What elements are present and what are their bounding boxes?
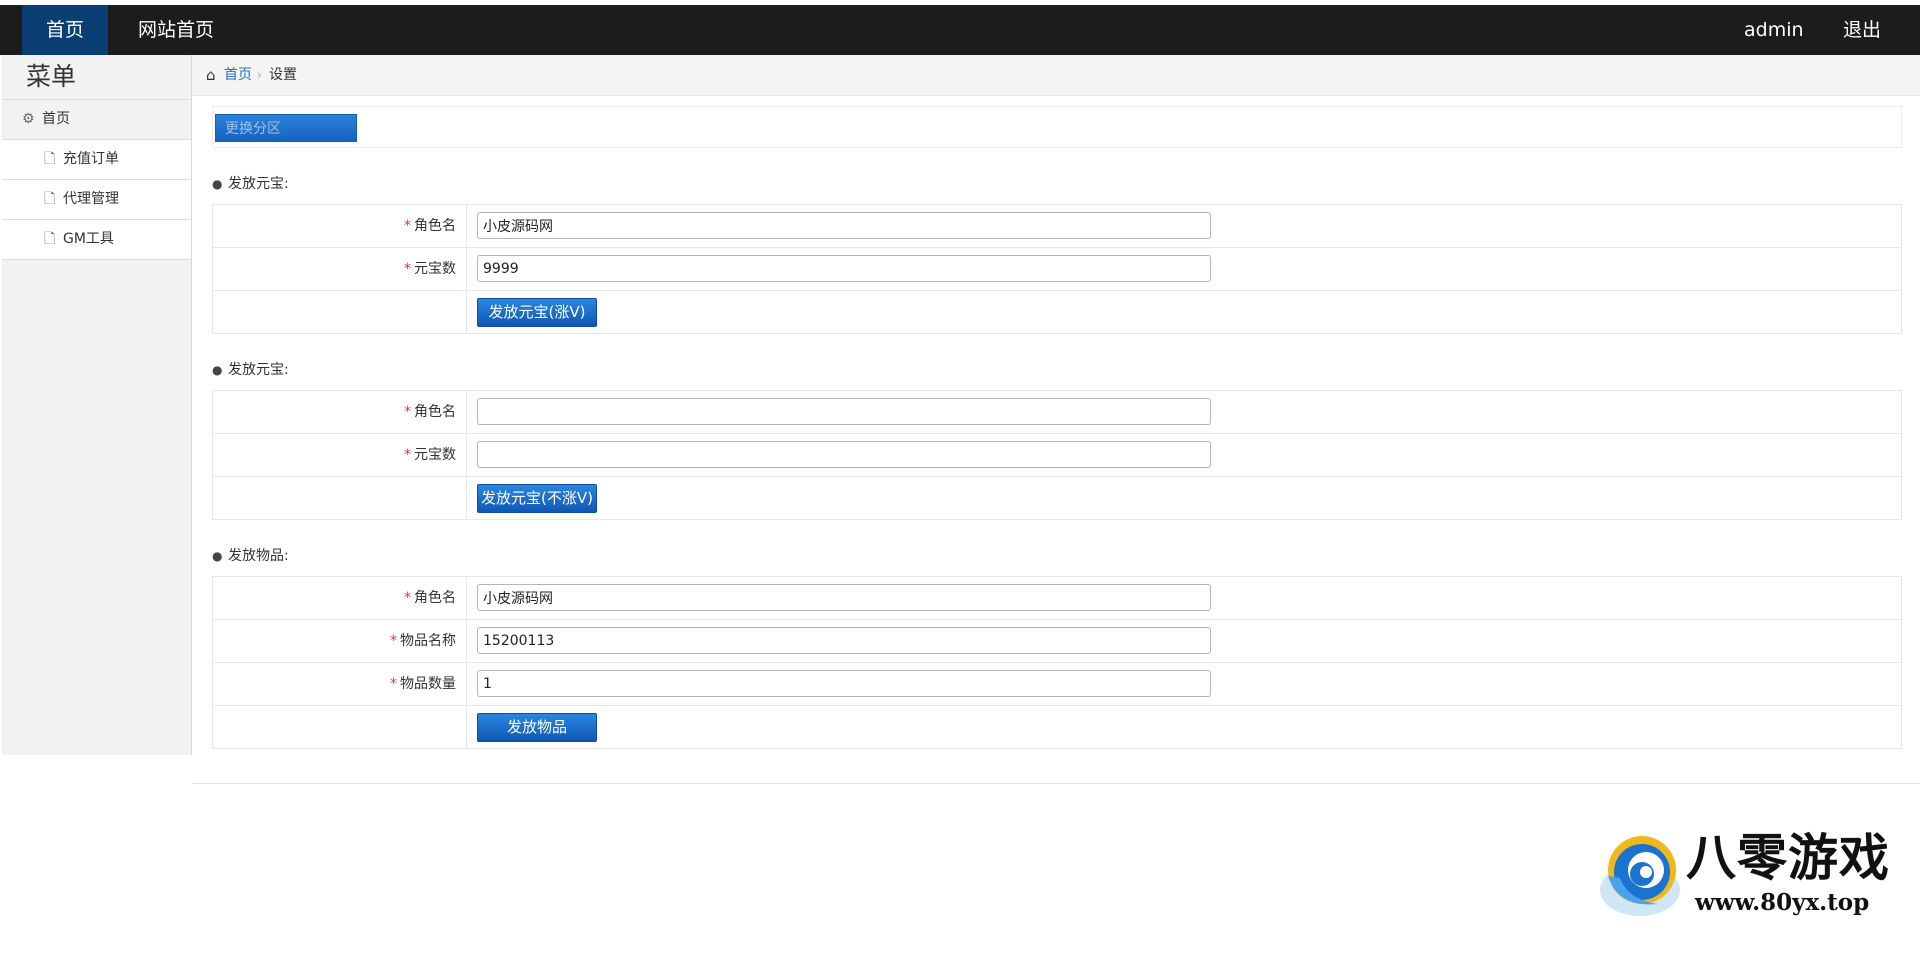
- sidebar-item-label: 首页: [42, 111, 70, 127]
- field-label: * 元宝数: [213, 434, 467, 476]
- form-row: 发放元宝(涨V): [213, 291, 1901, 333]
- breadcrumb-current: 设置: [269, 67, 297, 83]
- currency-amount-input[interactable]: [477, 441, 1211, 468]
- section-title-items: ● 发放物品:: [212, 546, 289, 566]
- nav-logout-link[interactable]: 退出: [1843, 5, 1881, 55]
- watermark-logo: 八零游戏 www.80yx.top: [1598, 828, 1898, 920]
- user-icon: ●: [212, 549, 223, 563]
- empty-label-cell: [213, 706, 467, 748]
- field-label: * 角色名: [213, 577, 467, 619]
- toolbar: 更换分区: [212, 106, 1902, 148]
- grant-currency-novip-button[interactable]: 发放元宝(不涨V): [477, 484, 597, 513]
- chevron-right-icon: ›: [257, 68, 262, 82]
- user-icon: ●: [212, 177, 223, 191]
- breadcrumb-home-link[interactable]: 首页: [224, 55, 252, 95]
- item-name-input[interactable]: [477, 627, 1211, 654]
- change-server-button[interactable]: 更换分区: [215, 114, 357, 142]
- field-label: * 元宝数: [213, 248, 467, 290]
- field-label: * 物品数量: [213, 663, 467, 705]
- file-icon: 🗋: [44, 191, 56, 207]
- sidebar-item-label: GM工具: [63, 231, 114, 247]
- item-quantity-input[interactable]: [477, 670, 1211, 697]
- form-row: * 角色名: [213, 391, 1901, 434]
- empty-label-cell: [213, 291, 467, 333]
- main-content: 更换分区 ● 发放元宝: *角色名 *元宝数 发放元宝(涨V) ● 发放元宝: *角…: [192, 96, 1920, 786]
- field-label: * 物品名称: [213, 620, 467, 662]
- sidebar-item-agent-management[interactable]: 🗋 代理管理: [2, 180, 191, 220]
- top-navbar: 首页 网站首页 admin 退出: [0, 5, 1920, 55]
- currency-amount-input[interactable]: [477, 255, 1211, 282]
- watermark-url: www.80yx.top: [1695, 889, 1870, 916]
- form-row: 发放元宝(不涨V): [213, 477, 1901, 519]
- role-name-input[interactable]: [477, 398, 1211, 425]
- nav-home-tab[interactable]: 首页: [22, 5, 108, 55]
- sidebar-item-home[interactable]: ⚙ 首页: [2, 100, 191, 140]
- section-title-text: 发放元宝:: [228, 362, 289, 378]
- section-title-text: 发放元宝:: [228, 176, 289, 192]
- content-divider: [192, 783, 1920, 784]
- form-row: * 角色名: [213, 577, 1901, 620]
- form-currency-novip: * 角色名 * 元宝数 发放元宝(不涨V): [212, 390, 1902, 520]
- form-row: 发放物品: [213, 706, 1901, 748]
- sidebar-item-gm-tools[interactable]: 🗋 GM工具: [2, 220, 191, 260]
- section-title-text: 发放物品:: [228, 548, 289, 564]
- section-title-currency-vip: ● 发放元宝:: [212, 174, 289, 194]
- form-currency-vip: *角色名 *元宝数 发放元宝(涨V): [212, 204, 1902, 334]
- home-icon: ⌂: [206, 66, 216, 84]
- grant-items-button[interactable]: 发放物品: [477, 713, 597, 742]
- form-row: * 角色名: [213, 205, 1901, 248]
- sidebar-menu-title: 菜单: [2, 55, 191, 100]
- sidebar-item-recharge-orders[interactable]: 🗋 充值订单: [2, 140, 191, 180]
- field-label: * 角色名: [213, 391, 467, 433]
- swirl-logo-icon: [1600, 836, 1680, 916]
- sidebar-item-label: 充值订单: [63, 151, 119, 167]
- form-grant-items: *角色名 *物品名称 *物品数量 发放物品: [212, 576, 1902, 749]
- role-name-input[interactable]: [477, 212, 1211, 239]
- watermark-brand-name: 八零游戏: [1686, 829, 1890, 887]
- role-name-input[interactable]: [477, 584, 1211, 611]
- form-row: * 元宝数: [213, 434, 1901, 477]
- field-label: * 角色名: [213, 205, 467, 247]
- grant-currency-vip-button[interactable]: 发放元宝(涨V): [477, 298, 597, 327]
- sidebar-item-label: 代理管理: [63, 191, 119, 207]
- sidebar: 菜单 ⚙ 首页 🗋 充值订单 🗋 代理管理 🗋 GM工具: [2, 55, 192, 755]
- form-row: * 元宝数: [213, 248, 1901, 291]
- file-icon: 🗋: [44, 151, 56, 167]
- gear-icon: ⚙: [22, 111, 35, 127]
- form-row: * 物品名称: [213, 620, 1901, 663]
- nav-user-admin[interactable]: admin: [1744, 5, 1804, 55]
- section-title-currency-novip: ● 发放元宝:: [212, 360, 289, 380]
- empty-label-cell: [213, 477, 467, 519]
- user-icon: ●: [212, 363, 223, 377]
- breadcrumb: ⌂ 首页 › 设置: [192, 55, 1920, 96]
- nav-site-home-link[interactable]: 网站首页: [138, 5, 214, 55]
- file-icon: 🗋: [44, 231, 56, 247]
- form-row: * 物品数量: [213, 663, 1901, 706]
